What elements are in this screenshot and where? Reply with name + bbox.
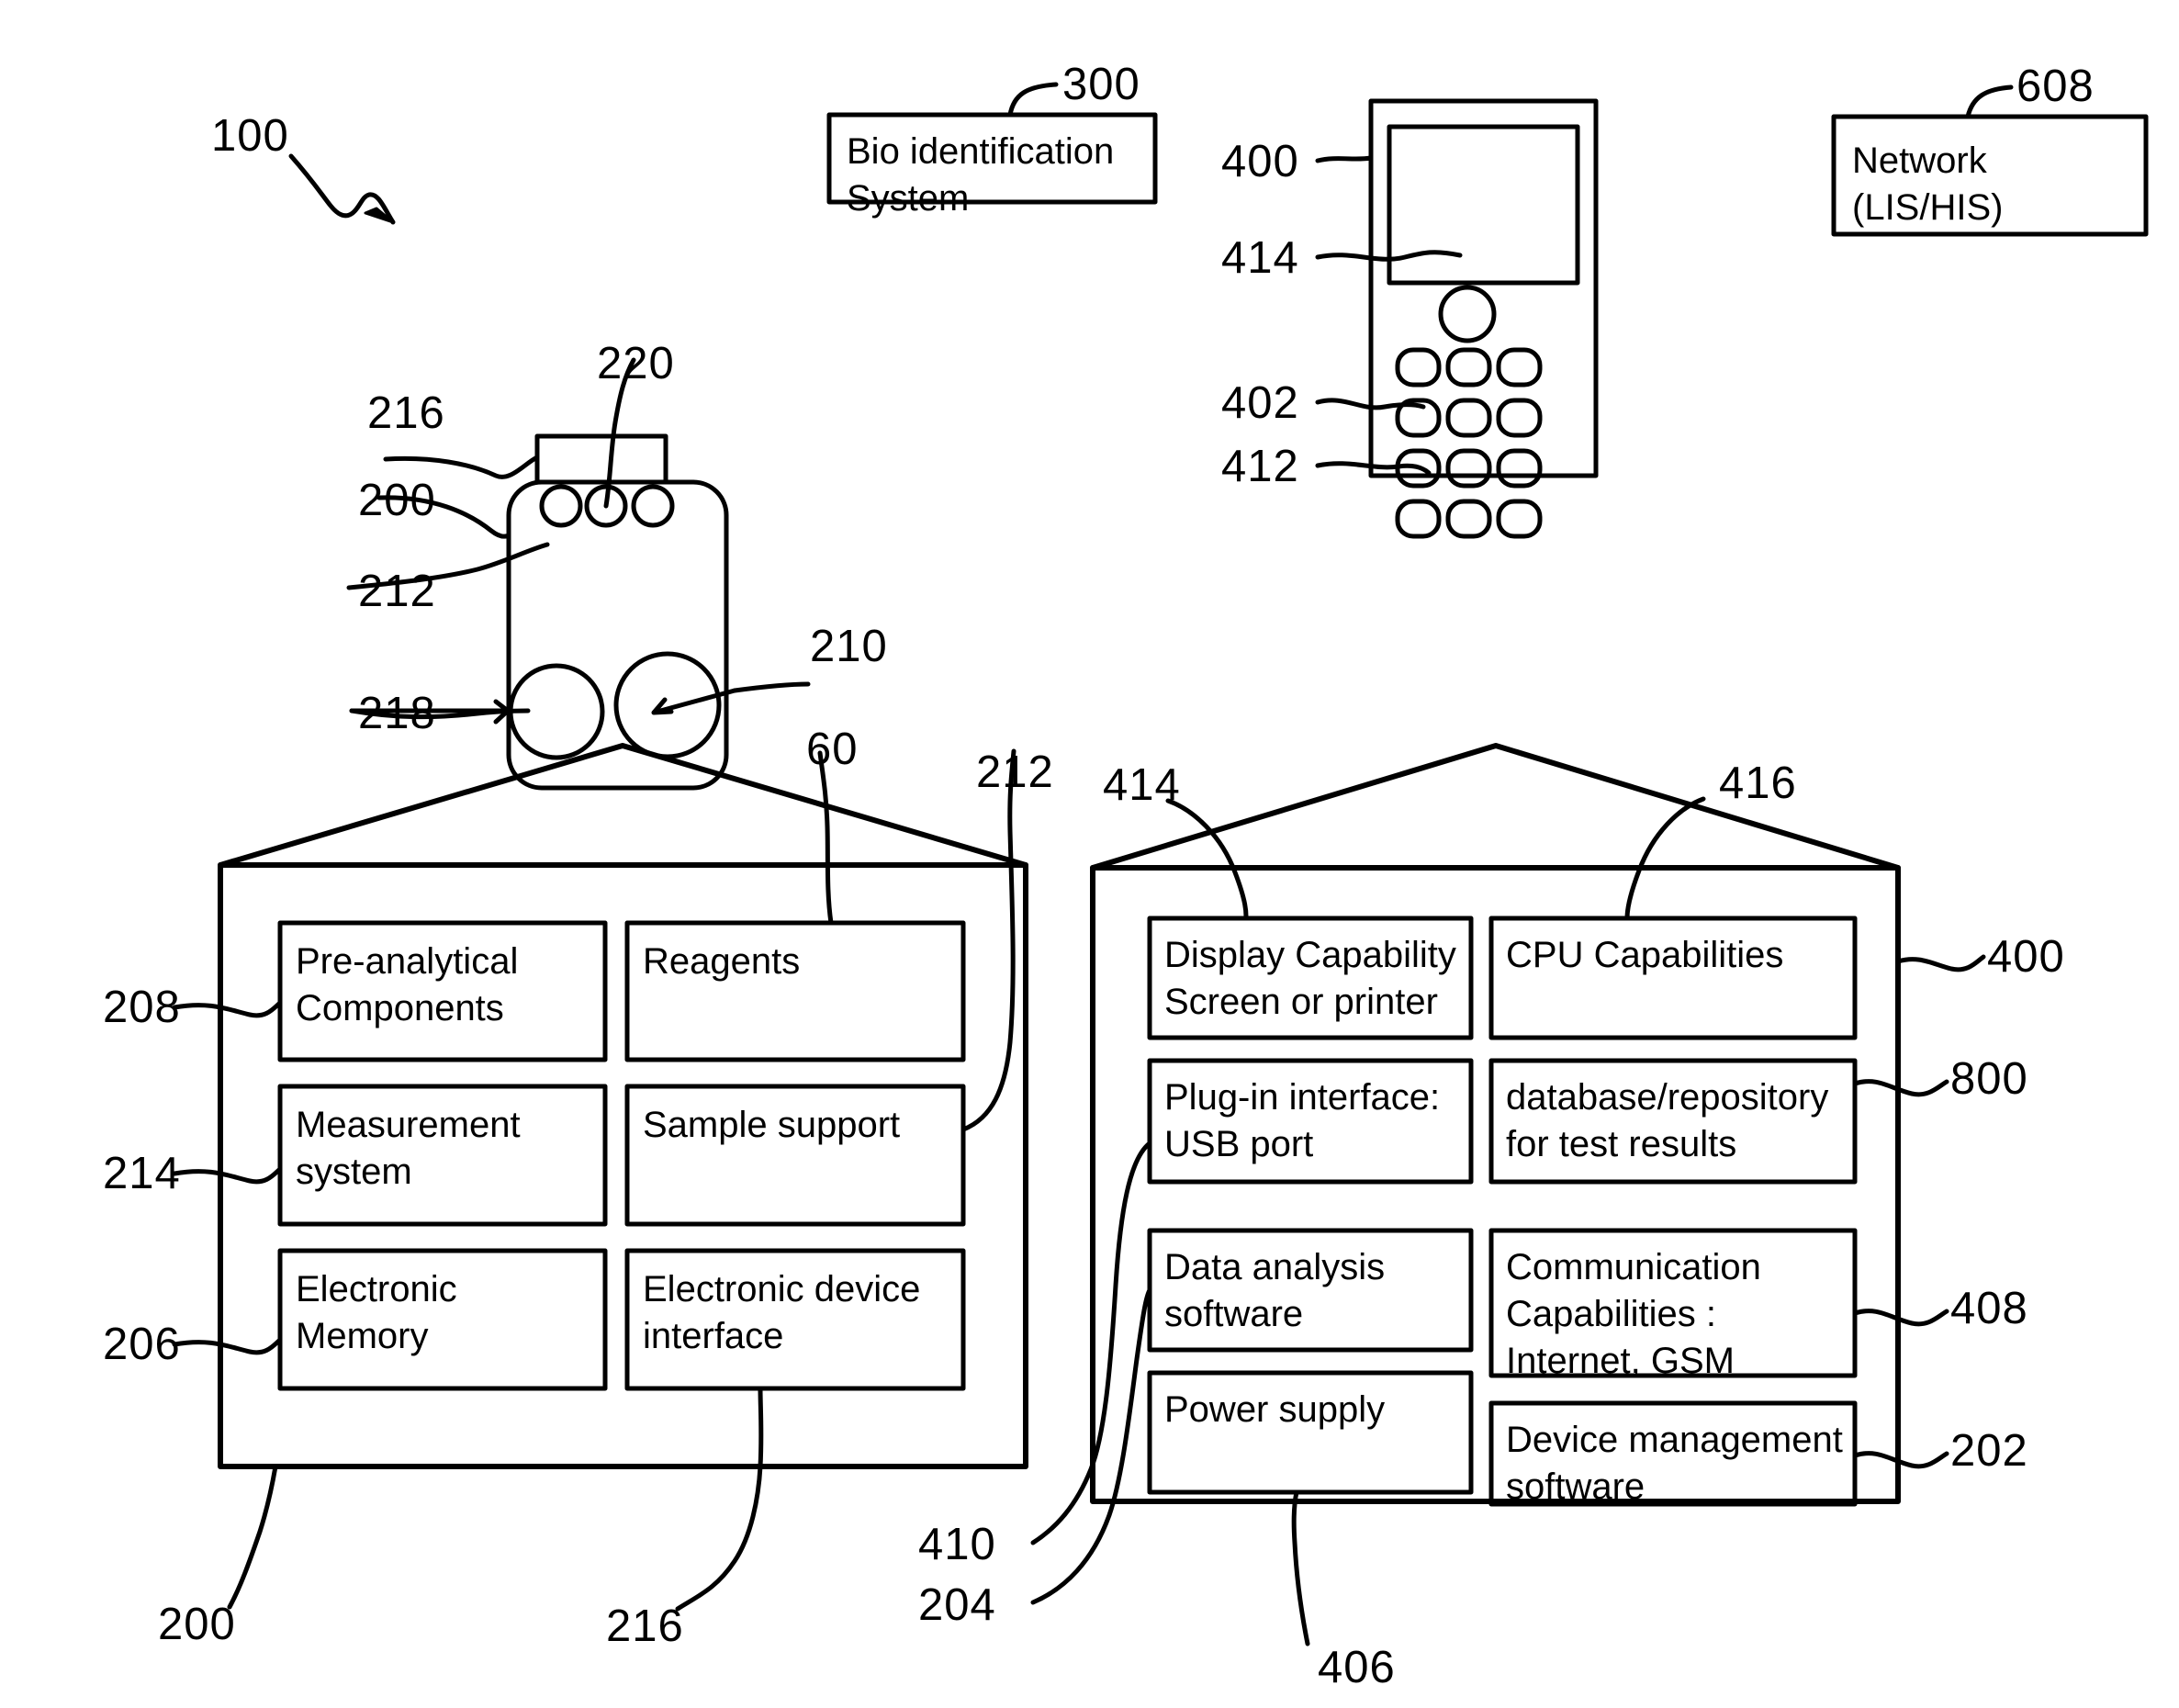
ref-216-bottom: 216 — [606, 1601, 684, 1651]
ref-218-port: 218 — [358, 689, 436, 738]
cell-sample-support: Sample support — [643, 1105, 901, 1145]
cell-electronic-memory: Electronic Memory — [296, 1269, 457, 1357]
phone-key-10 — [1395, 499, 1442, 539]
ref-400-panel: 400 — [1987, 932, 2065, 982]
ref-414-display-cell: 414 — [1103, 760, 1181, 810]
device-small-port-1 — [539, 484, 583, 528]
ref-416-cpu: 416 — [1719, 758, 1797, 808]
bio-identification-system-label: Bio identification System — [847, 131, 1115, 219]
device-small-port-3 — [631, 484, 675, 528]
ref-412-keypad: 412 — [1221, 442, 1299, 491]
cell-database-repository: database/repository for test results — [1506, 1077, 1829, 1165]
leader-406 — [1291, 1489, 1310, 1646]
cell-reagents: Reagents — [643, 941, 801, 982]
leader-212b — [960, 748, 1016, 1132]
phone-key-12 — [1496, 499, 1543, 539]
network-lis-his-label: Network (LIS/HIS) — [1852, 140, 2004, 229]
ref-608: 608 — [2016, 62, 2095, 111]
ref-208: 208 — [103, 983, 181, 1032]
ref-212-sample-support: 212 — [976, 747, 1054, 797]
ref-200-housing: 200 — [358, 476, 436, 525]
leader-400b — [1895, 954, 1986, 972]
ref-400-phone: 400 — [1221, 137, 1299, 186]
device-port-210 — [613, 651, 722, 759]
ref-200-bottom: 200 — [158, 1600, 236, 1649]
cell-device-management-software: Device management software — [1506, 1420, 1843, 1508]
phone-key-11 — [1445, 499, 1492, 539]
leader-210 — [732, 681, 811, 693]
leader-216b — [675, 1386, 764, 1612]
cell-display-capability: Display Capability Screen or printer — [1164, 935, 1456, 1023]
ref-60-reagents: 60 — [806, 725, 859, 774]
phone-key-2 — [1445, 347, 1492, 388]
ref-410-plugin: 410 — [918, 1520, 996, 1569]
cell-communication-capabilities: Communication Capabilities : Internet, G… — [1506, 1247, 1761, 1382]
left-roof — [218, 743, 1028, 868]
phone-body — [1368, 98, 1599, 478]
ref-300: 300 — [1062, 60, 1140, 109]
leader-200b — [227, 1464, 278, 1610]
phone-key-9 — [1496, 448, 1543, 489]
ref-204-data-analysis: 204 — [918, 1580, 996, 1630]
ref-214: 214 — [103, 1149, 181, 1198]
ref-402-softkey: 402 — [1221, 378, 1299, 428]
phone-key-3 — [1496, 347, 1543, 388]
phone-key-5 — [1445, 398, 1492, 438]
ref-406-power: 406 — [1318, 1643, 1396, 1692]
leader-208 — [172, 1000, 283, 1018]
phone-display — [1387, 124, 1580, 286]
phone-key-6 — [1496, 398, 1543, 438]
phone-softkey — [1438, 285, 1497, 343]
ref-414-display: 414 — [1221, 233, 1299, 283]
ref-206: 206 — [103, 1320, 181, 1369]
cell-plugin-interface: Plug-in interface: USB port — [1164, 1077, 1441, 1165]
device-cartridge — [534, 433, 668, 485]
ref-408-communication: 408 — [1950, 1284, 2028, 1333]
leader-400-phone — [1315, 155, 1374, 163]
mobile-device-drawing — [1315, 98, 1599, 539]
device-body — [506, 479, 729, 791]
leader-206 — [172, 1337, 283, 1355]
leader-214 — [172, 1166, 283, 1185]
leader-216 — [383, 455, 540, 479]
leader-416 — [1624, 796, 1706, 921]
leader-414b — [1165, 798, 1249, 921]
ref-212-body: 212 — [358, 567, 436, 616]
system-ref-arrow — [288, 153, 396, 225]
phone-key-8 — [1445, 448, 1492, 489]
cell-electronic-device-interface: Electronic device interface — [643, 1269, 921, 1357]
cell-measurement-system: Measurement system — [296, 1105, 521, 1193]
network-leader — [1965, 84, 2014, 119]
ref-100: 100 — [211, 111, 289, 161]
cell-pre-analytical-components: Pre-analytical Components — [296, 941, 519, 1029]
ref-216-cartridge: 216 — [367, 388, 445, 438]
leader-60 — [817, 750, 834, 926]
cell-data-analysis-software: Data analysis software — [1164, 1247, 1386, 1335]
bio-id-leader — [1007, 82, 1059, 118]
phone-key-1 — [1395, 347, 1442, 388]
patent-figure: 100 300 Bio identification System 608 Ne… — [0, 0, 2179, 1708]
ref-220-ports: 220 — [597, 339, 675, 388]
cell-power-supply: Power supply — [1164, 1389, 1386, 1430]
ref-210-port: 210 — [810, 622, 888, 671]
cell-cpu-capabilities: CPU Capabilities — [1506, 935, 1784, 975]
ref-800-database: 800 — [1950, 1054, 2028, 1104]
ref-202-device-management: 202 — [1950, 1426, 2028, 1476]
